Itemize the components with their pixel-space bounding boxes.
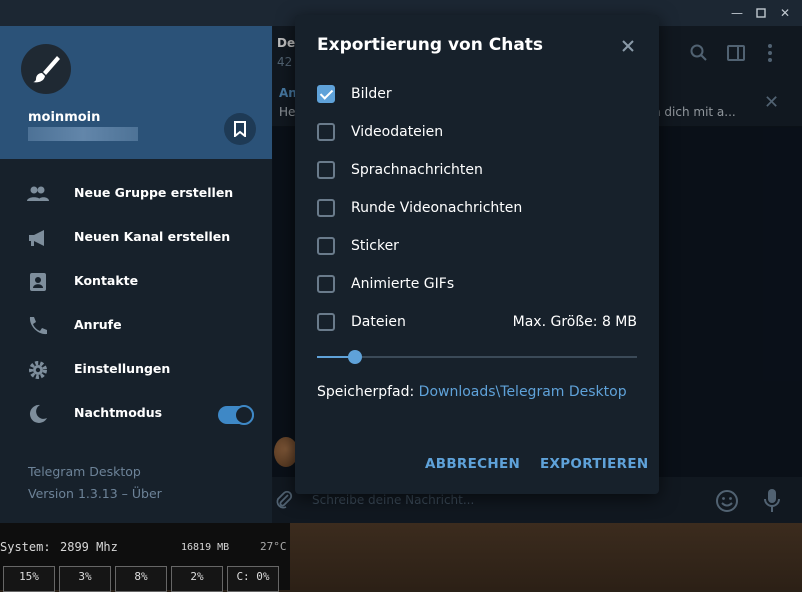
menu-item-new-channel[interactable]: Neuen Kanal erstellen: [0, 216, 272, 260]
export-chats-dialog: Exportierung von Chats Bilder Videodateie…: [295, 15, 659, 494]
window-close-icon[interactable]: ✕: [776, 4, 794, 22]
option-label: Runde Videonachrichten: [351, 200, 523, 216]
max-size-label: Max. Größe: 8 MB: [512, 314, 637, 330]
main-menu: moinmoin Neue Gruppe erstellen Neuen Kan…: [0, 26, 272, 523]
menu-item-calls[interactable]: Anrufe: [0, 304, 272, 348]
menu-item-new-group[interactable]: Neue Gruppe erstellen: [0, 172, 272, 216]
save-path-row: Speicherpfad: Downloads\Telegram Desktop: [317, 384, 627, 400]
option-label: Sticker: [351, 238, 399, 254]
brush-icon: [33, 56, 60, 83]
menu-item-night-mode[interactable]: Nachtmodus: [0, 392, 272, 436]
menu-item-label: Neue Gruppe erstellen: [74, 185, 234, 200]
menu-item-contacts[interactable]: Kontakte: [0, 260, 272, 304]
menu-item-settings[interactable]: Einstellungen: [0, 348, 272, 392]
cpu-core-load: 8%: [115, 566, 167, 592]
checkbox[interactable]: [317, 123, 335, 141]
contact-icon: [30, 273, 46, 291]
save-path-label: Speicherpfad:: [317, 384, 415, 400]
option-voice-messages[interactable]: Sprachnachrichten: [317, 160, 637, 184]
memory-usage: 16819 MB: [181, 542, 230, 553]
minimize-icon[interactable]: —: [728, 4, 746, 22]
maximize-icon[interactable]: [752, 4, 770, 22]
option-label: Bilder: [351, 86, 392, 102]
save-path-link[interactable]: Downloads\Telegram Desktop: [419, 384, 627, 400]
option-label: Dateien: [351, 314, 406, 330]
menu-item-label: Kontakte: [74, 273, 139, 288]
option-images[interactable]: Bilder: [317, 84, 637, 108]
bookmark-icon: [234, 121, 246, 137]
option-label: Animierte GIFs: [351, 276, 455, 292]
export-button[interactable]: EXPORTIEREN: [540, 456, 648, 472]
app-name[interactable]: Telegram Desktop: [28, 464, 141, 479]
menu-item-label: Anrufe: [74, 317, 122, 332]
option-files[interactable]: Dateien Max. Größe: 8 MB: [317, 312, 637, 336]
cpu-frequency: 2899 Mhz: [60, 540, 118, 554]
disk-load: C: 0%: [227, 566, 279, 592]
app-version[interactable]: Version 1.3.13 – Über: [28, 486, 162, 501]
cpu-core-load: 3%: [59, 566, 111, 592]
profile-header: moinmoin: [0, 26, 272, 159]
system-monitor: System: 2899 Mhz 16819 MB 27°C 15% 3% 8%…: [0, 523, 290, 592]
menu-item-label: Neuen Kanal erstellen: [74, 229, 231, 244]
option-videos[interactable]: Videodateien: [317, 122, 637, 146]
option-label: Videodateien: [351, 124, 444, 140]
cpu-core-load: 2%: [171, 566, 223, 592]
checkbox[interactable]: [317, 161, 335, 179]
group-icon: [27, 186, 49, 201]
checkbox[interactable]: [317, 313, 335, 331]
slider-handle[interactable]: [348, 350, 363, 364]
desktop-background-bottom: [290, 522, 802, 590]
saved-messages-button[interactable]: [224, 113, 256, 145]
megaphone-icon: [29, 230, 44, 246]
checkbox[interactable]: [317, 199, 335, 217]
option-stickers[interactable]: Sticker: [317, 236, 637, 260]
close-icon[interactable]: [617, 35, 639, 57]
menu-item-label: Nachtmodus: [74, 405, 163, 420]
cpu-core-load: 15%: [3, 566, 55, 592]
gear-icon: [29, 361, 47, 379]
temperature: 27°C: [260, 540, 287, 553]
checkbox[interactable]: [317, 85, 335, 103]
phone-icon: [29, 317, 47, 335]
profile-name: moinmoin: [28, 110, 101, 125]
checkbox[interactable]: [317, 237, 335, 255]
option-gifs[interactable]: Animierte GIFs: [317, 274, 637, 298]
system-label: System:: [0, 540, 51, 554]
cancel-button[interactable]: ABBRECHEN: [425, 456, 520, 472]
max-size-slider[interactable]: [317, 350, 637, 364]
menu-item-label: Einstellungen: [74, 361, 171, 376]
option-round-videos[interactable]: Runde Videonachrichten: [317, 198, 637, 222]
option-label: Sprachnachrichten: [351, 162, 483, 178]
profile-phone-redacted: [28, 127, 138, 141]
dialog-title: Exportierung von Chats: [317, 35, 544, 55]
avatar[interactable]: [21, 44, 71, 94]
checkbox[interactable]: [317, 275, 335, 293]
moon-icon: [29, 404, 47, 423]
night-mode-toggle[interactable]: [218, 405, 254, 425]
